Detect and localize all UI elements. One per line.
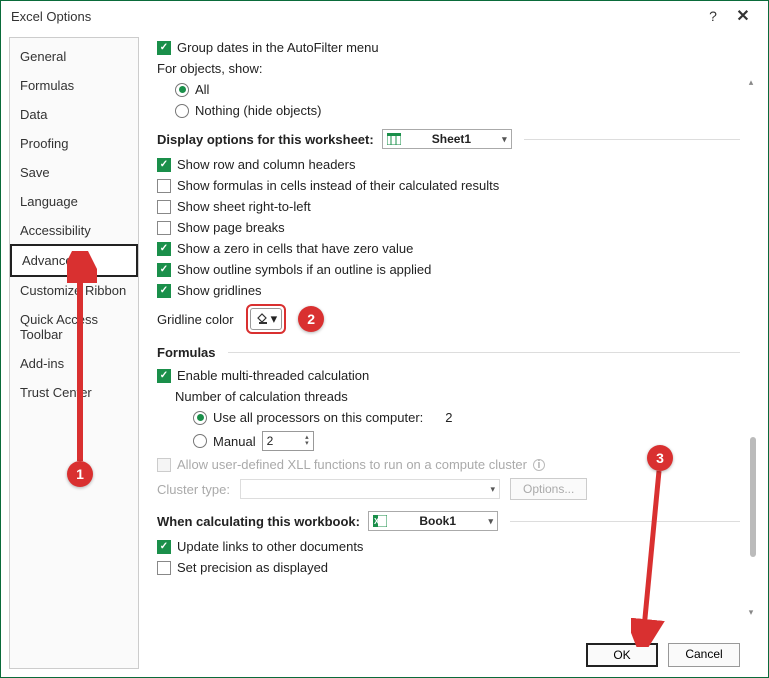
radio-icon[interactable]	[175, 104, 189, 118]
scroll-down-icon[interactable]: ▾	[746, 607, 756, 619]
dropdown-value: Sheet1	[432, 132, 471, 146]
excel-file-icon: X	[373, 514, 387, 528]
checkbox-update-links[interactable]: Update links to other documents	[157, 536, 740, 557]
radio-icon[interactable]	[175, 83, 189, 97]
radio-objects-nothing[interactable]: Nothing (hide objects)	[175, 100, 740, 121]
processor-count: 2	[445, 410, 452, 425]
close-icon[interactable]: ✕	[728, 6, 758, 26]
spinner-arrows-icon[interactable]: ▴▾	[305, 435, 309, 447]
checkbox-icon[interactable]	[157, 561, 171, 575]
radio-icon[interactable]	[193, 434, 207, 448]
cluster-type-dropdown: ▾	[240, 479, 500, 499]
checkbox-label: Group dates in the AutoFilter menu	[177, 40, 379, 55]
sidebar-item-customize-ribbon[interactable]: Customize Ribbon	[10, 276, 138, 305]
sidebar-item-save[interactable]: Save	[10, 158, 138, 187]
row-gridline-color: Gridline color ▾ 2	[157, 301, 740, 337]
titlebar: Excel Options ? ✕	[1, 1, 768, 31]
sidebar-item-language[interactable]: Language	[10, 187, 138, 216]
ok-button[interactable]: OK	[586, 643, 658, 667]
svg-text:X: X	[374, 517, 380, 526]
checkbox-icon[interactable]	[157, 242, 171, 256]
chevron-down-icon: ▾	[488, 516, 493, 527]
callout-badge-2: 2	[298, 306, 324, 332]
chevron-down-icon: ▾	[502, 134, 507, 145]
sheet-icon	[387, 132, 401, 146]
callout-badge-3: 3	[647, 445, 673, 471]
checkbox-show-gridlines[interactable]: Show gridlines	[157, 280, 740, 301]
checkbox-group-dates[interactable]: Group dates in the AutoFilter menu	[157, 37, 740, 58]
radio-label: All	[195, 82, 209, 97]
manual-threads-spinner[interactable]: 2 ▴▾	[262, 431, 314, 451]
row-cluster-type: Cluster type: ▾ Options...	[157, 475, 740, 503]
gridline-color-picker[interactable]: ▾	[250, 308, 283, 330]
chevron-down-icon: ▾	[490, 484, 495, 495]
help-icon[interactable]: ?	[698, 8, 728, 24]
scroll-thumb[interactable]	[750, 437, 756, 557]
checkbox-show-formulas[interactable]: Show formulas in cells instead of their …	[157, 175, 740, 196]
checkbox-icon[interactable]	[157, 369, 171, 383]
sidebar-item-accessibility[interactable]: Accessibility	[10, 216, 138, 245]
dialog-footer: OK Cancel	[586, 643, 740, 667]
checkbox-icon[interactable]	[157, 263, 171, 277]
vertical-scrollbar[interactable]: ▴ ▾	[746, 77, 756, 619]
cancel-button[interactable]: Cancel	[668, 643, 740, 667]
checkbox-set-precision[interactable]: Set precision as displayed	[157, 557, 740, 578]
content-panel: Group dates in the AutoFilter menu For o…	[145, 37, 760, 669]
chevron-down-icon: ▾	[271, 311, 278, 327]
sidebar-item-data[interactable]: Data	[10, 100, 138, 129]
radio-use-all[interactable]: Use all processors on this computer: 2	[193, 407, 740, 428]
scroll-up-icon[interactable]: ▴	[746, 77, 756, 89]
dialog-title: Excel Options	[11, 9, 91, 24]
radio-label: Nothing (hide objects)	[195, 103, 321, 118]
sidebar-item-general[interactable]: General	[10, 42, 138, 71]
section-formulas: Formulas	[157, 337, 740, 365]
checkbox-icon[interactable]	[157, 221, 171, 235]
sidebar-item-formulas[interactable]: Formulas	[10, 71, 138, 100]
workbook-dropdown[interactable]: X Book1 ▾	[368, 511, 498, 531]
worksheet-dropdown[interactable]: Sheet1 ▾	[382, 129, 512, 149]
excel-options-dialog: Excel Options ? ✕ General Formulas Data …	[0, 0, 769, 678]
radio-icon[interactable]	[193, 411, 207, 425]
checkbox-enable-mt[interactable]: Enable multi-threaded calculation	[157, 365, 740, 386]
checkbox-icon[interactable]	[157, 540, 171, 554]
checkbox-icon[interactable]	[157, 41, 171, 55]
label-num-threads: Number of calculation threads	[175, 386, 740, 407]
checkbox-icon[interactable]	[157, 158, 171, 172]
sidebar: General Formulas Data Proofing Save Lang…	[9, 37, 139, 669]
checkbox-icon[interactable]	[157, 284, 171, 298]
sidebar-item-advanced[interactable]: Advanced	[10, 244, 138, 277]
sidebar-item-addins[interactable]: Add-ins	[10, 349, 138, 378]
label-for-objects: For objects, show:	[157, 58, 740, 79]
checkbox-show-breaks[interactable]: Show page breaks	[157, 217, 740, 238]
bucket-icon	[255, 311, 269, 328]
checkbox-show-zero[interactable]: Show a zero in cells that have zero valu…	[157, 238, 740, 259]
checkbox-icon	[157, 458, 171, 472]
checkbox-show-headers[interactable]: Show row and column headers	[157, 154, 740, 175]
radio-objects-all[interactable]: All	[175, 79, 740, 100]
callout-badge-1: 1	[67, 461, 93, 487]
checkbox-icon[interactable]	[157, 179, 171, 193]
sidebar-item-trust-center[interactable]: Trust Center	[10, 378, 138, 407]
cluster-options-button: Options...	[510, 478, 587, 500]
sidebar-item-quick-access[interactable]: Quick Access Toolbar	[10, 305, 138, 349]
sidebar-item-proofing[interactable]: Proofing	[10, 129, 138, 158]
callout-highlight-2: ▾	[246, 304, 287, 334]
checkbox-show-rtl[interactable]: Show sheet right-to-left	[157, 196, 740, 217]
section-display-worksheet: Display options for this worksheet: Shee…	[157, 121, 740, 154]
section-calc-workbook: When calculating this workbook: X Book1 …	[157, 503, 740, 536]
checkbox-icon[interactable]	[157, 200, 171, 214]
checkbox-show-outline[interactable]: Show outline symbols if an outline is ap…	[157, 259, 740, 280]
info-icon[interactable]: i	[533, 459, 545, 471]
